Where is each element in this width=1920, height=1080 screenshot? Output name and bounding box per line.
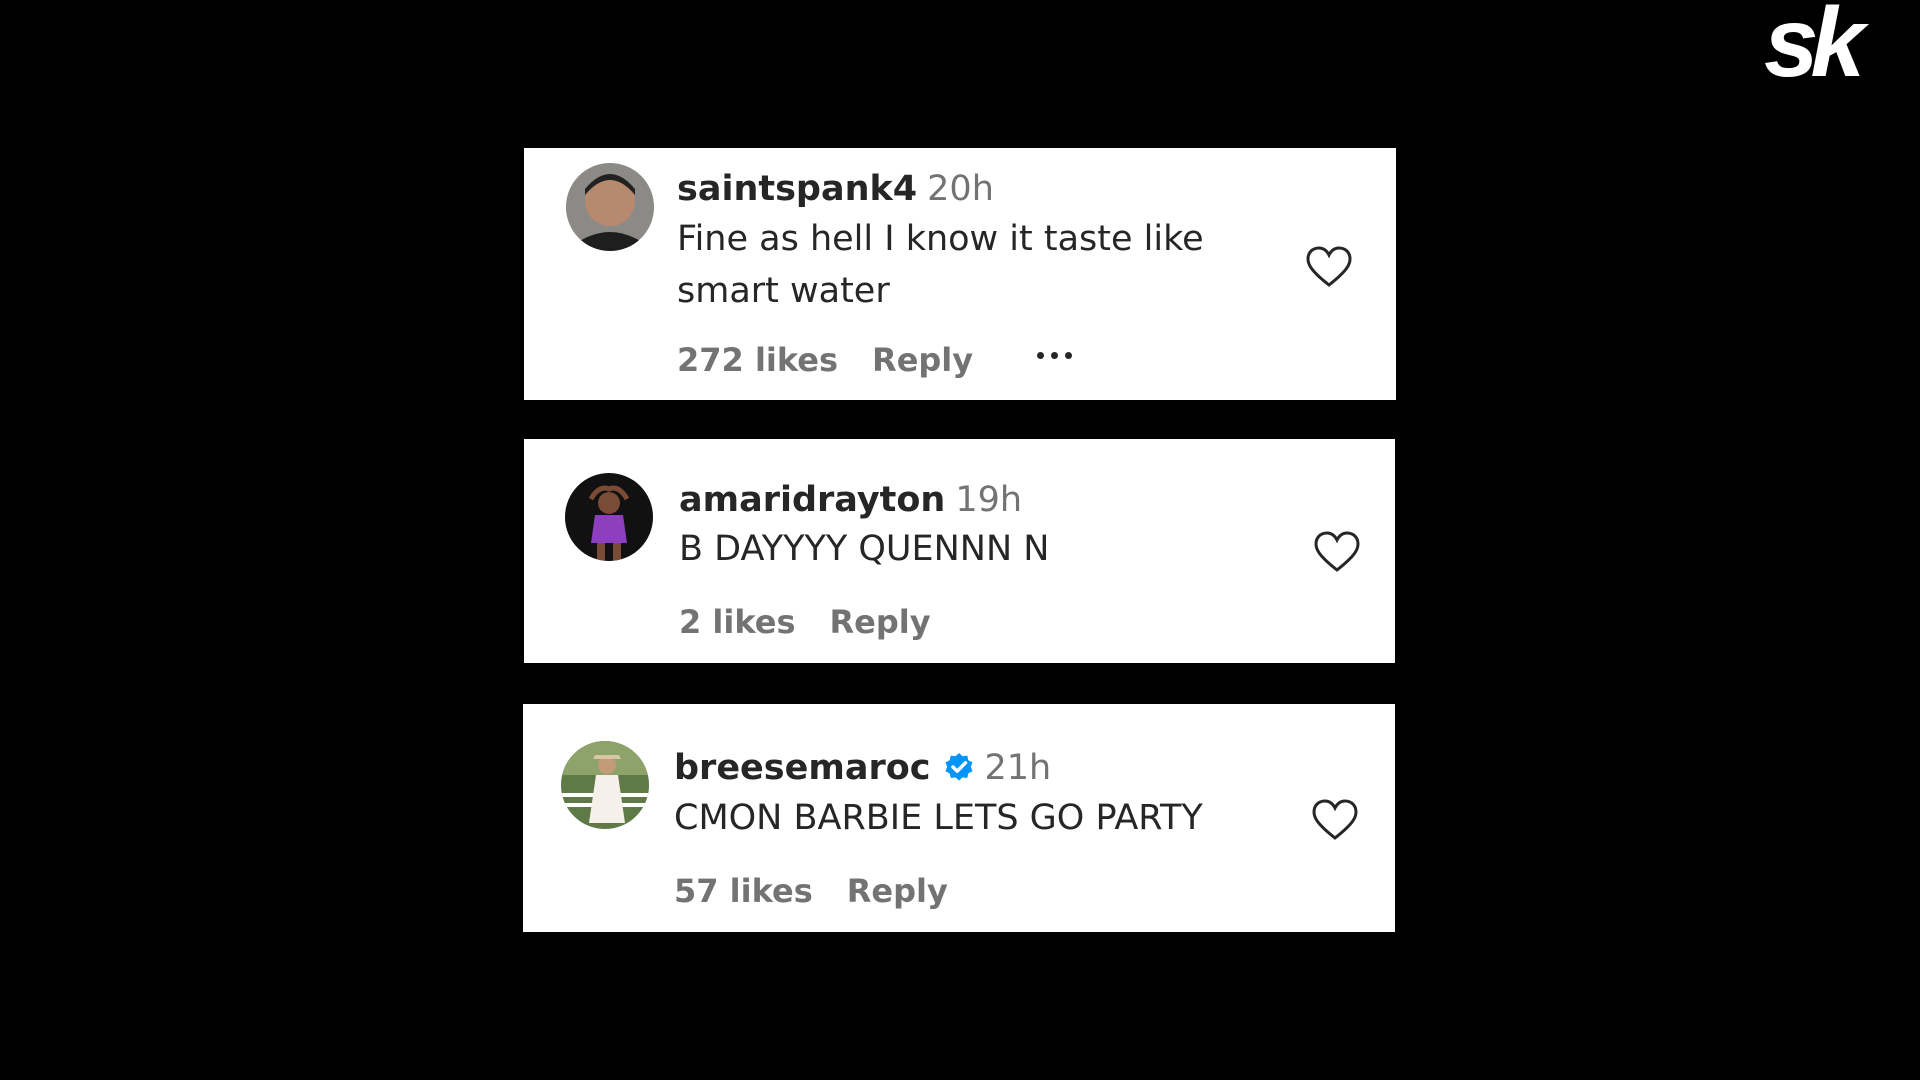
comment-text: Fine as hell I know it taste like smart … bbox=[677, 213, 1397, 317]
likes-count[interactable]: 57 likes bbox=[674, 872, 813, 910]
sk-logo: sk bbox=[1764, 0, 1878, 84]
comment-line: B DAYYYY QUENNN N bbox=[679, 529, 1050, 569]
reply-button[interactable]: Reply bbox=[872, 341, 973, 379]
username[interactable]: breesemaroc bbox=[674, 748, 931, 788]
avatar[interactable] bbox=[561, 741, 649, 829]
comment-card: amaridrayton 19h B DAYYYY QUENNN N 2 lik… bbox=[524, 439, 1395, 663]
timestamp[interactable]: 20h bbox=[927, 169, 994, 209]
username[interactable]: amaridrayton bbox=[679, 480, 945, 520]
comment-line: Fine as hell I know it taste like bbox=[677, 219, 1204, 259]
timestamp[interactable]: 19h bbox=[955, 480, 1022, 520]
comment-card: saintspank4 20h Fine as hell I know it t… bbox=[524, 148, 1396, 400]
avatar[interactable] bbox=[566, 163, 654, 251]
timestamp[interactable]: 21h bbox=[985, 748, 1052, 788]
likes-count[interactable]: 272 likes bbox=[677, 341, 838, 379]
reply-button[interactable]: Reply bbox=[847, 872, 948, 910]
heart-outline-icon[interactable] bbox=[1306, 246, 1352, 288]
comment-text: B DAYYYY QUENNN N bbox=[679, 523, 1379, 575]
comment-text: CMON BARBIE LETS GO PARTY bbox=[674, 792, 1374, 844]
likes-count[interactable]: 2 likes bbox=[679, 603, 796, 641]
verified-badge-icon bbox=[945, 753, 973, 781]
avatar[interactable] bbox=[565, 473, 653, 561]
heart-outline-icon[interactable] bbox=[1312, 799, 1358, 841]
username[interactable]: saintspank4 bbox=[677, 169, 917, 209]
comment-card: breesemaroc 21h CMON BARBIE LETS GO PART… bbox=[523, 704, 1395, 932]
svg-text:sk: sk bbox=[1764, 0, 1870, 84]
more-options-icon[interactable] bbox=[1037, 335, 1073, 375]
heart-outline-icon[interactable] bbox=[1314, 531, 1360, 573]
comment-line: smart water bbox=[677, 271, 890, 311]
comment-line: CMON BARBIE LETS GO PARTY bbox=[674, 798, 1203, 838]
screen: sk saintspank4 20h Fine as hell I know i… bbox=[0, 0, 1920, 1080]
reply-button[interactable]: Reply bbox=[830, 603, 931, 641]
